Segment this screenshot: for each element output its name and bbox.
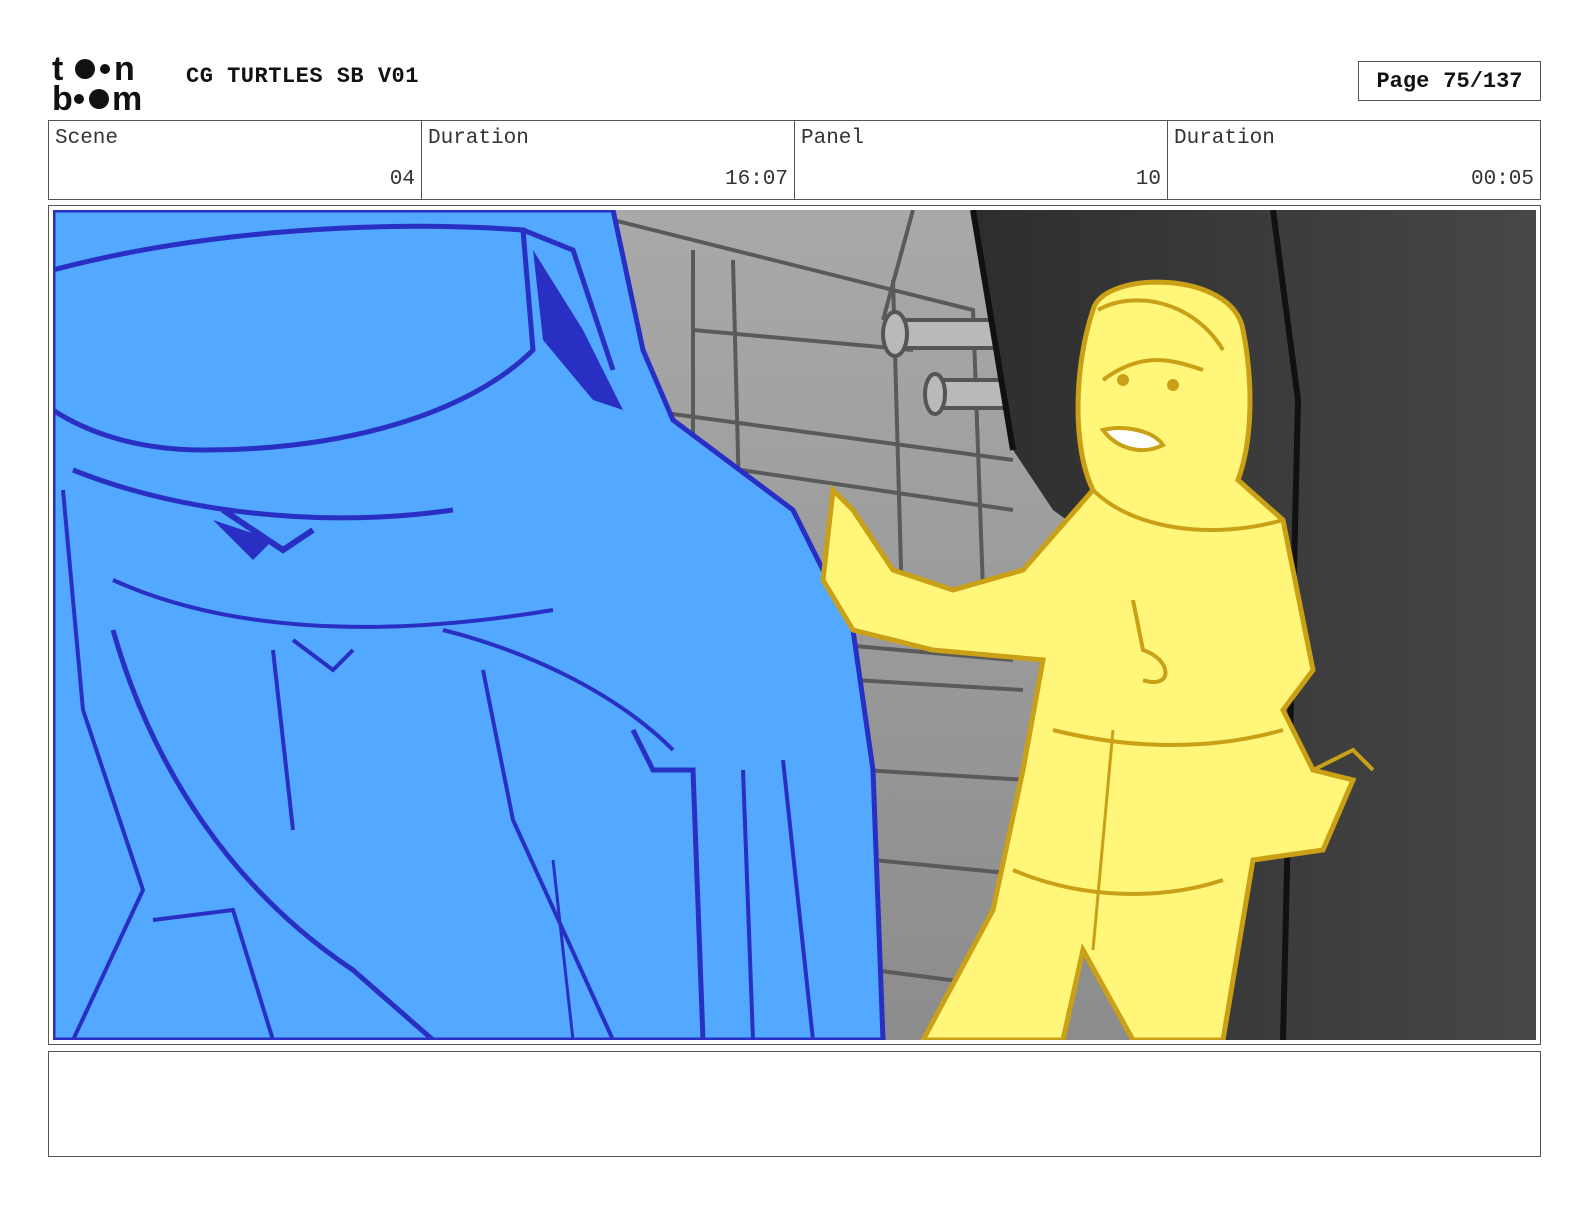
page-label: Page xyxy=(1376,68,1430,94)
panel-duration-label: Duration xyxy=(1174,127,1275,150)
panel-cell: Panel 10 xyxy=(795,121,1168,199)
panel-value: 10 xyxy=(1135,168,1161,191)
toon-boom-logo: t n b m xyxy=(52,52,142,114)
scene-duration-cell: Duration 16:07 xyxy=(422,121,795,199)
project-title: CG TURTLES SB V01 xyxy=(186,64,419,89)
page-number: 75/137 xyxy=(1443,68,1523,94)
panel-duration-value: 00:05 xyxy=(1470,168,1534,191)
scene-value: 04 xyxy=(389,168,415,191)
scene-duration-label: Duration xyxy=(428,127,529,150)
storyboard-drawing xyxy=(53,210,1536,1040)
scene-label: Scene xyxy=(55,127,119,150)
page-indicator: Page 75/137 xyxy=(1358,61,1541,101)
panel-info-table: Scene 04 Duration 16:07 Panel 10 Duratio… xyxy=(48,120,1541,200)
storyboard-panel-frame xyxy=(48,205,1541,1045)
panel-label: Panel xyxy=(801,127,865,150)
scene-cell: Scene 04 xyxy=(49,121,422,199)
svg-text:b: b xyxy=(52,80,73,114)
scene-duration-value: 16:07 xyxy=(724,168,788,191)
panel-notes-area[interactable] xyxy=(48,1051,1541,1157)
panel-duration-cell: Duration 00:05 xyxy=(1168,121,1540,199)
svg-text:m: m xyxy=(112,80,142,114)
